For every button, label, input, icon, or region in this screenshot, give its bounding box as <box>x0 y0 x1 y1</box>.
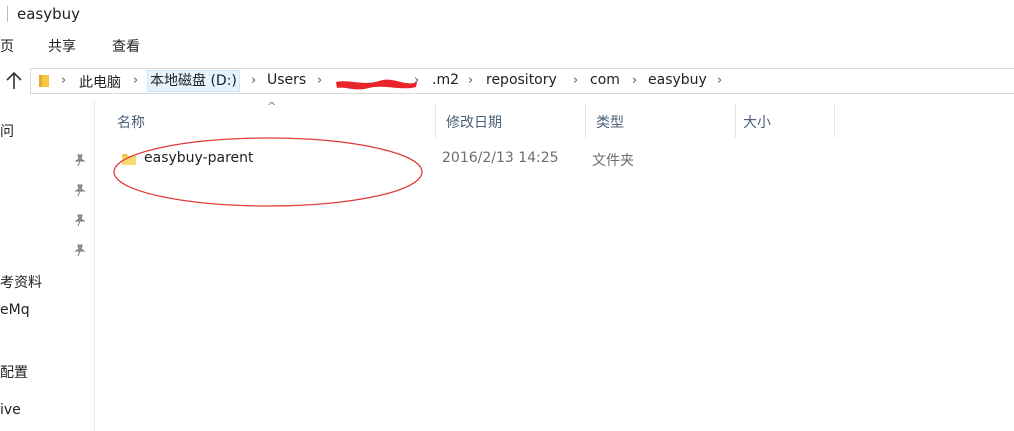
title-bar: easybuy <box>0 0 1014 30</box>
navigation-bar: › 此电脑 › 本地磁盘 (D:) › Users › › .m2 › repo… <box>0 64 1014 98</box>
tab-share[interactable]: 共享 <box>48 36 76 56</box>
chevron-right-icon[interactable]: › <box>717 73 722 88</box>
file-name: easybuy-parent <box>144 150 254 166</box>
column-type-label: 类型 <box>596 115 624 131</box>
chevron-right-icon[interactable]: › <box>573 73 578 88</box>
window-title: easybuy <box>17 5 81 23</box>
pin-icon[interactable] <box>73 183 87 197</box>
pin-icon[interactable] <box>73 213 87 227</box>
pin-icon[interactable] <box>73 153 87 167</box>
chevron-right-icon[interactable]: › <box>468 73 473 88</box>
pin-icon[interactable] <box>73 243 87 257</box>
sort-up-icon: ^ <box>267 100 277 113</box>
column-headers: 名称 ^ 修改日期 类型 大小 <box>107 100 835 138</box>
navigation-pane: 问 考资料 eMq 配置 ive <box>0 100 95 431</box>
tab-home[interactable]: 页 <box>0 36 14 56</box>
crumb-local-disk[interactable]: 本地磁盘 (D:) <box>147 70 240 92</box>
column-header-type[interactable]: 类型 <box>586 104 736 138</box>
chevron-right-icon[interactable]: › <box>61 73 66 88</box>
nav-item-quick-access[interactable]: 问 <box>0 121 14 141</box>
column-name-label: 名称 <box>117 115 145 131</box>
chevron-right-icon[interactable]: › <box>133 73 138 88</box>
chevron-right-icon[interactable]: › <box>317 73 322 88</box>
redaction-mark <box>336 79 417 90</box>
crumb-com[interactable]: com <box>590 72 620 88</box>
nav-item-drive[interactable]: ive <box>0 402 21 418</box>
column-header-name[interactable]: 名称 ^ <box>107 100 436 138</box>
file-row[interactable]: easybuy-parent 2016/2/13 14:25 文件夹 <box>107 146 827 174</box>
file-type: 文件夹 <box>592 153 634 169</box>
column-date-label: 修改日期 <box>446 115 502 131</box>
crumb-this-pc[interactable]: 此电脑 <box>79 72 121 92</box>
chevron-right-icon[interactable]: › <box>632 73 637 88</box>
crumb-easybuy[interactable]: easybuy <box>648 72 707 88</box>
tab-view[interactable]: 查看 <box>112 36 140 56</box>
chevron-right-icon[interactable]: › <box>414 73 419 88</box>
nav-item-emq[interactable]: eMq <box>0 302 30 318</box>
folder-icon <box>122 154 136 165</box>
crumb-users[interactable]: Users <box>267 72 306 88</box>
column-header-date[interactable]: 修改日期 <box>436 104 586 138</box>
crumb-m2[interactable]: .m2 <box>432 72 459 88</box>
title-separator <box>7 6 8 22</box>
column-header-size[interactable]: 大小 <box>733 104 835 138</box>
nav-item-config[interactable]: 配置 <box>0 362 28 382</box>
chevron-right-icon[interactable]: › <box>251 73 256 88</box>
ribbon-tabs: 页 共享 查看 <box>0 30 1014 60</box>
up-arrow-icon[interactable] <box>4 70 24 92</box>
address-bar[interactable]: › 此电脑 › 本地磁盘 (D:) › Users › › .m2 › repo… <box>30 68 1014 94</box>
nav-item-reference[interactable]: 考资料 <box>0 272 42 292</box>
crumb-repository[interactable]: repository <box>486 72 557 88</box>
file-date: 2016/2/13 14:25 <box>442 150 559 166</box>
column-size-label: 大小 <box>743 115 771 131</box>
folder-icon <box>39 75 49 87</box>
